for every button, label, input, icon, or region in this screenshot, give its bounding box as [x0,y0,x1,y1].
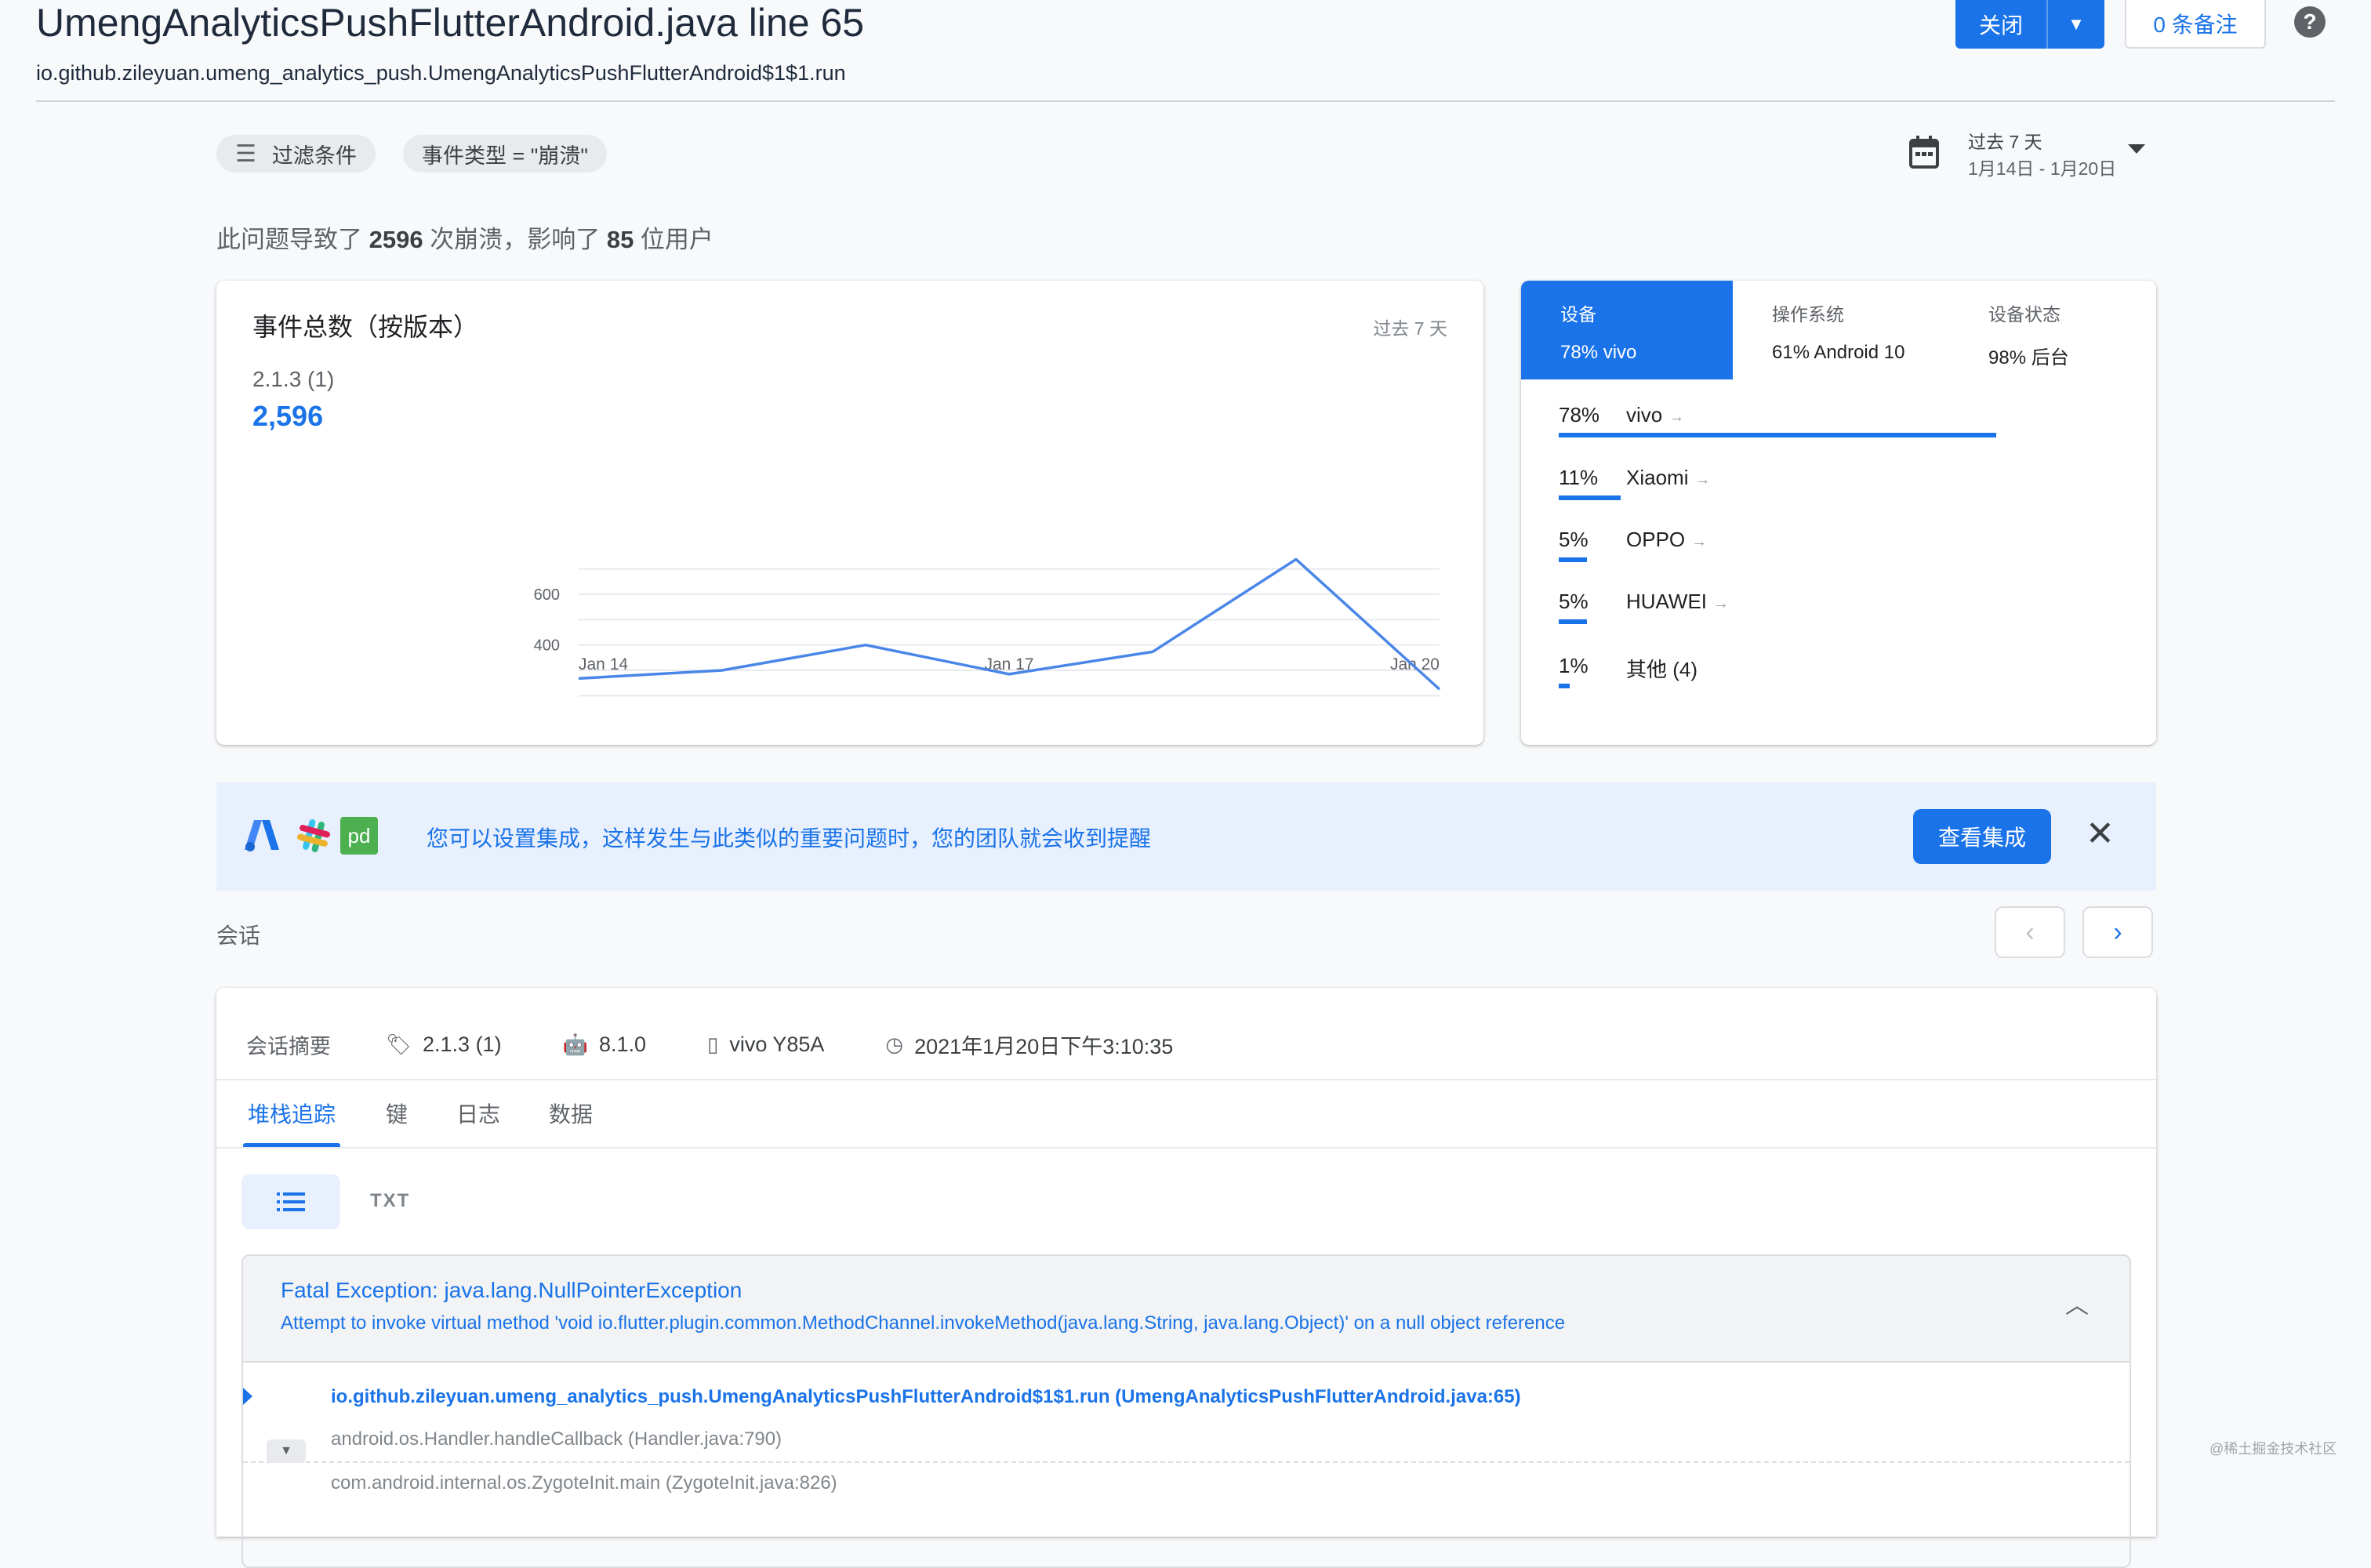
device-name: Xiaomi [1626,466,1689,489]
collapsed-frames-divider [243,1461,2130,1463]
device-share-bar [1559,495,1621,500]
android-icon: 🤖 [562,1032,588,1056]
notes-button[interactable]: 0 条备注 [2125,0,2266,49]
list-icon [277,1192,305,1211]
stack-frame[interactable]: io.github.zileyuan.umeng_analytics_push.… [331,1386,1521,1408]
phone-icon: ▯ [707,1032,719,1056]
clock-icon: ◷ [885,1032,904,1056]
page-title: UmengAnalyticsPushFlutterAndroid.java li… [36,1,865,45]
issue-summary: 此问题导致了 2596 次崩溃，影响了 85 位用户 [216,226,713,253]
tab-keys[interactable]: 键 [386,1098,408,1129]
prev-session-button[interactable]: ‹ [1995,906,2065,958]
date-range-label[interactable]: 过去 7 天 [1968,127,2042,154]
session-os-version: 8.1.0 [598,1032,647,1056]
device-share-bar [1559,619,1587,624]
tab-device[interactable]: 设备 78% vivo [1521,281,1733,379]
date-range-dates[interactable]: 1月14日 - 1月20日 [1968,154,2116,180]
x-tick-label: Jan 20 [1390,655,1440,673]
version-total: 2,596 [252,400,324,432]
exception-message: Attempt to invoke virtual method 'void i… [281,1312,1566,1334]
close-icon[interactable]: ✕ [2086,811,2115,858]
arrow-right-icon: → [1694,471,1711,488]
watermark: @稀土掘金技术社区 [2209,1441,2337,1457]
crash-count: 2596 [369,226,423,253]
device-name: 其他 (4) [1626,658,1698,681]
device-share-bar [1559,684,1570,688]
events-line-chart: 400600 Jan 14 Jan 17 Jan 20 [534,557,1441,697]
adwords-logo-icon [245,820,279,851]
device-share: 5% [1559,590,1589,613]
device-name: vivo [1626,403,1663,426]
session-version: 2.1.3 (1) [423,1032,502,1056]
device-share: 78% [1559,403,1600,426]
chart-title: 事件总数（按版本） [252,313,479,341]
device-name: HUAWEI [1626,590,1708,613]
expand-frames-icon[interactable]: ▼ [267,1439,306,1463]
tab-device-state[interactable]: 设备状态 98% 后台 [1949,281,2156,379]
session-card: 会话摘要 🏷 2.1.3 (1) 🤖 8.1.0 ▯ vivo Y85A ◷ 2021年… [216,988,2156,1568]
device-share: 5% [1559,528,1589,551]
device-row-huawei[interactable]: 5% HUAWEI → [1559,590,2120,637]
exception-header[interactable]: Fatal Exception: java.lang.NullPointerEx… [243,1256,2130,1363]
sessions-heading: 会话 [216,924,261,948]
user-count: 85 [606,226,634,253]
text-view-button[interactable]: TXT [370,1190,410,1212]
stack-frame[interactable]: android.os.Handler.handleCallback (Handl… [331,1428,782,1450]
chevron-up-icon[interactable]: ︿ [2065,1286,2089,1320]
device-name: OPPO [1626,528,1686,551]
x-tick-label: Jan 14 [579,655,628,673]
divider [216,1079,2156,1080]
event-type-chip[interactable]: 事件类型 = "崩溃" [403,135,607,172]
version-label: 2.1.3 (1) [252,367,335,391]
device-share-bar [1559,433,1997,437]
integration-banner: pd 您可以设置集成，这样发生与此类似的重要问题时，您的团队就会收到提醒 查看集… [216,782,2156,891]
issue-subtitle: io.github.zileyuan.umeng_analytics_push.… [36,61,846,85]
session-summary-bar: 会话摘要 🏷 2.1.3 (1) 🤖 8.1.0 ▯ vivo Y85A ◷ 2021年… [246,1029,1234,1060]
banner-message: 您可以设置集成，这样发生与此类似的重要问题时，您的团队就会收到提醒 [427,826,1152,851]
arrow-right-icon: → [1713,595,1730,612]
session-summary-heading: 会话摘要 [246,1034,331,1058]
filter-chip-label: 过滤条件 [271,143,357,168]
exception-title: Fatal Exception: java.lang.NullPointerEx… [281,1278,743,1302]
filter-list-icon: ☰ [235,140,256,167]
device-row-xiaomi[interactable]: 11% Xiaomi → [1559,466,2120,513]
divider [216,1147,2156,1149]
device-share: 11% [1559,466,1599,489]
chart-range-label: 过去 7 天 [1373,318,1447,339]
device-row-vivo[interactable]: 78% vivo → [1559,403,2120,450]
header-divider [36,100,2335,102]
tab-logs[interactable]: 日志 [456,1098,500,1129]
device-share-bar [1559,557,1587,562]
exception-panel: Fatal Exception: java.lang.NullPointerEx… [241,1254,2131,1568]
stack-frame[interactable]: com.android.internal.os.ZygoteInit.main … [331,1472,837,1494]
device-share: 1% [1559,654,1589,677]
view-integrations-button[interactable]: 查看集成 [1913,809,2051,864]
arrow-right-icon: → [1691,533,1708,550]
events-chart-card: 400 600 Jan 14 Jan 17 Jan 20 事件总数（按版本） 过去 7… [216,281,1483,745]
session-time: 2021年1月20日下午3:10:35 [914,1034,1174,1058]
next-session-button[interactable]: › [2082,906,2153,958]
tab-data[interactable]: 数据 [549,1098,593,1129]
tab-os[interactable]: 操作系统 61% Android 10 [1733,281,1944,379]
slack-logo-icon [296,818,331,853]
chevron-down-icon[interactable]: ▼ [2048,0,2104,49]
tab-stack-trace[interactable]: 堆栈追踪 [248,1098,336,1129]
session-device: vivo Y85A [729,1032,825,1056]
pagerduty-logo-icon: pd [340,817,378,855]
date-dropdown-icon[interactable] [2128,144,2145,154]
close-issue-button[interactable]: 关闭 [1955,0,2048,49]
filter-chip[interactable]: ☰ 过滤条件 [216,135,376,172]
device-row-other: 1% 其他 (4) [1559,654,2120,701]
y-tick-label: 600 [534,586,560,604]
close-split-button: 关闭 ▼ [1955,0,2104,49]
device-row-oppo[interactable]: 5% OPPO → [1559,528,2120,575]
list-view-button[interactable] [241,1174,340,1229]
calendar-icon[interactable] [1908,135,1940,169]
arrow-right-icon: → [1668,408,1685,426]
highlight-frame-marker [243,1388,252,1405]
help-icon[interactable]: ? [2294,6,2326,38]
tag-icon: 🏷 [386,1032,412,1056]
y-tick-label: 400 [534,637,560,655]
device-breakdown-card: 设备 78% vivo 操作系统 61% Android 10 设备状态 98%… [1521,281,2156,745]
